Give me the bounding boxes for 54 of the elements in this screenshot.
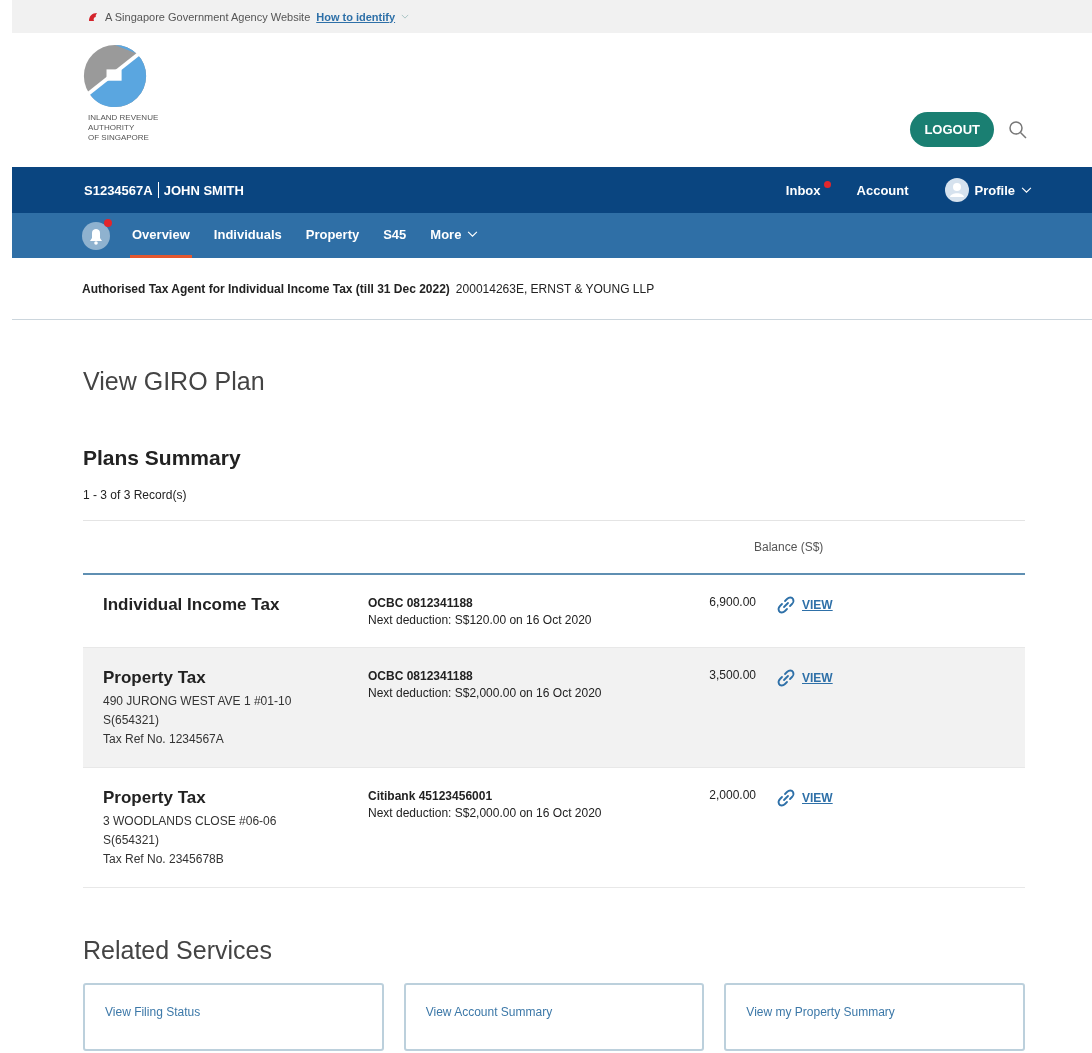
plan-title: Property Tax	[103, 788, 207, 808]
column-header: Balance (S$)	[754, 540, 824, 554]
nav-tab[interactable]: Individuals	[211, 213, 284, 258]
plan-detail: Tax Ref No. 1234567A	[103, 731, 225, 748]
account-link[interactable]: Account	[856, 182, 909, 198]
plan-detail: 3 WOODLANDS CLOSE #06-06	[103, 813, 278, 830]
bank-account: Citibank 45123456001	[368, 788, 494, 805]
bank-account: OCBC 0812341188	[368, 668, 474, 685]
view-link[interactable]: VIEW	[802, 788, 833, 805]
balance-amount: 2,000.00	[708, 788, 756, 804]
next-deduction: Next deduction: S$120.00 on 16 Oct 2020	[368, 612, 593, 629]
page-title: View GIRO Plan	[83, 367, 266, 396]
balance-amount: 6,900.00	[708, 595, 756, 611]
plan-detail: Tax Ref No. 2345678B	[103, 851, 225, 868]
related-services-title: Related Services	[83, 936, 273, 965]
agent-value: 200014263E, ERNST & YOUNG LLP	[455, 281, 655, 296]
link-icon	[776, 595, 796, 615]
nav-tab[interactable]: S45	[381, 213, 409, 258]
next-deduction: Next deduction: S$2,000.00 on 16 Oct 2020	[368, 805, 603, 822]
view-link[interactable]: VIEW	[802, 668, 833, 685]
chevron-down-icon	[1021, 186, 1032, 194]
bell-icon[interactable]	[82, 221, 110, 250]
plan-title: Property Tax	[103, 668, 207, 688]
user-id: S1234567A	[84, 182, 153, 198]
service-card[interactable]: View my Property Summary	[724, 983, 1025, 1051]
section-title: Plans Summary	[83, 446, 242, 470]
profile-link[interactable]: Profile	[974, 182, 1015, 198]
service-card[interactable]: View Filing Status	[83, 983, 384, 1051]
how-to-identify-link[interactable]: How to identify	[316, 10, 396, 23]
user-name: JOHN SMITH	[163, 182, 244, 198]
balance-amount: 3,500.00	[708, 668, 756, 684]
inbox-link[interactable]: Inbox	[785, 182, 821, 198]
gov-banner-text: A Singapore Government Agency Website	[105, 10, 311, 23]
plan-detail: S(654321)	[103, 712, 161, 729]
avatar-icon[interactable]	[944, 178, 969, 202]
record-count: 1 - 3 of 3 Record(s)	[83, 488, 188, 502]
logo-text: INLAND REVENUE AUTHORITY OF SINGAPORE	[87, 113, 159, 143]
search-icon[interactable]	[1008, 119, 1028, 140]
link-icon	[776, 788, 796, 808]
agent-label: Authorised Tax Agent for Individual Income Tax (till 31 Dec 2022)	[82, 281, 450, 296]
plan-detail: 490 JURONG WEST AVE 1 #01-10	[103, 693, 293, 710]
next-deduction: Next deduction: S$2,000.00 on 16 Oct 2020	[368, 685, 603, 702]
view-link[interactable]: VIEW	[802, 595, 833, 612]
logo-emblem-icon	[82, 43, 148, 109]
link-icon	[776, 668, 796, 688]
bank-account: OCBC 0812341188	[368, 595, 474, 612]
nav-tab[interactable]: Property	[303, 213, 362, 258]
service-card[interactable]: View Account Summary	[403, 983, 705, 1051]
plan-title: Individual Income Tax	[103, 595, 281, 615]
nav-tab[interactable]: More	[428, 213, 481, 258]
plan-detail: S(654321)	[103, 832, 161, 849]
logout-button[interactable]: LOGOUT	[910, 112, 994, 147]
chevron-down-icon	[401, 14, 410, 19]
nav-tab[interactable]: Overview	[130, 213, 192, 258]
